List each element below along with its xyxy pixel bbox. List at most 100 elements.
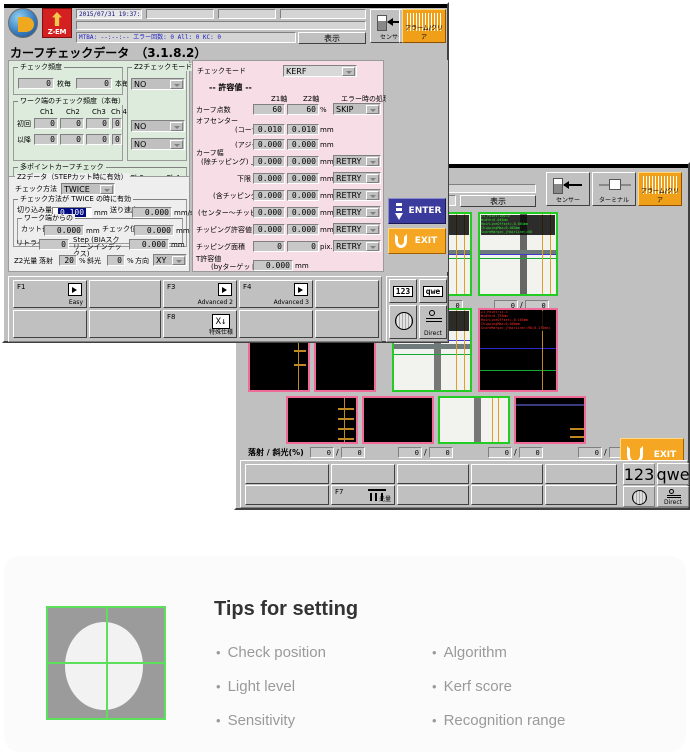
tol-r8-z1[interactable]: 0: [253, 241, 285, 252]
tol-r3-z2[interactable]: 0.000: [287, 156, 319, 167]
image-panel-r2c4[interactable]: Z1_Point:53.3 Width=0.753mm HairLineOffset…: [478, 308, 558, 392]
tol-r3-z1[interactable]: 0.000: [253, 156, 285, 167]
front-direct-button[interactable]: Direct: [419, 305, 447, 339]
chevron-down-icon-z2-1[interactable]: [170, 80, 183, 89]
back-fkey-6[interactable]: [397, 485, 469, 505]
score-right-b3[interactable]: 0: [518, 447, 543, 458]
check-pos-input[interactable]: 0.000: [134, 225, 174, 236]
tol-r6-z2[interactable]: 0.000: [287, 207, 319, 218]
front-dpad-button[interactable]: [389, 305, 417, 339]
chevron-down-icon-tol-0[interactable]: [366, 105, 379, 114]
alarm-clear-button[interactable]: アラーム/クリア: [638, 172, 682, 206]
front-exit-button[interactable]: EXIT: [388, 228, 446, 254]
score-left-b3[interactable]: 0: [488, 447, 512, 458]
back-fkey-3[interactable]: [331, 464, 395, 484]
score-right-b1[interactable]: 0: [340, 447, 365, 458]
tol-r5-z2[interactable]: 0.000: [287, 190, 319, 201]
tol-r7-z2[interactable]: 0.000: [287, 224, 319, 235]
front-fkey-8[interactable]: [239, 310, 313, 338]
chevron-down-icon-tol-7[interactable]: [366, 225, 379, 234]
tol-r1-z1[interactable]: 0.010: [253, 124, 285, 135]
back-fkey-f7[interactable]: F7 光量: [331, 485, 395, 505]
step-input[interactable]: 0.000: [129, 239, 169, 250]
front-fkey-10[interactable]: [315, 310, 379, 338]
image-panel-r3c3[interactable]: [438, 396, 510, 444]
tol-r1-z2[interactable]: 0.010: [287, 124, 319, 135]
retry-input[interactable]: 0: [39, 239, 69, 250]
score-left-b1[interactable]: 0: [310, 447, 334, 458]
back-fkey-1[interactable]: [245, 464, 329, 484]
image-panel-r3c4[interactable]: [514, 396, 586, 444]
back-fkey-2[interactable]: [245, 485, 329, 505]
check-freq-sheets-input[interactable]: 0: [18, 78, 54, 89]
back-fkey-10[interactable]: [545, 485, 617, 505]
work-end-r2c1[interactable]: 0: [34, 134, 58, 145]
tol-r2-z2[interactable]: 0.000: [287, 139, 319, 150]
tol-r0-z1[interactable]: 60: [253, 104, 285, 115]
tol-r9-z1[interactable]: 0.000: [253, 260, 293, 271]
tol-r4-z1[interactable]: 0.000: [253, 173, 285, 184]
chevron-down-icon-z2-method[interactable]: [100, 185, 113, 194]
enter-button[interactable]: ENTER: [388, 198, 446, 224]
cut-len-input[interactable]: 0.000: [44, 225, 84, 236]
back-dpad-button[interactable]: [623, 486, 655, 507]
image-panel-r3c2[interactable]: [362, 396, 434, 444]
back-fkey-7[interactable]: [471, 464, 543, 484]
score-left-b4[interactable]: 0: [578, 447, 602, 458]
tol-r5-z1[interactable]: 0.000: [253, 190, 285, 201]
work-end-r1c3[interactable]: 0: [86, 118, 110, 129]
back-numeric-keypad-button[interactable]: 123: [623, 463, 655, 485]
tol-r6-z1[interactable]: 0.000: [253, 207, 285, 218]
front-fkey-3[interactable]: [89, 280, 161, 308]
work-end-r2c4[interactable]: 0: [112, 134, 122, 145]
check-mode-value: KERF: [286, 67, 307, 76]
chevron-down-icon-tol-4[interactable]: [366, 174, 379, 183]
chevron-down-icon-tol-3[interactable]: [366, 157, 379, 166]
back-fkey-9[interactable]: [545, 464, 617, 484]
back-fkey-5[interactable]: [397, 464, 469, 484]
feed-input[interactable]: 0.000: [132, 207, 172, 218]
display-button[interactable]: 表示: [460, 195, 536, 207]
tol-r2-z1[interactable]: 0.000: [253, 139, 285, 150]
back-fkey-8[interactable]: [471, 485, 543, 505]
front-fkey-4[interactable]: [89, 310, 161, 338]
work-end-r1c2[interactable]: 0: [60, 118, 84, 129]
front-alarm-clear-button[interactable]: アラーム/クリア: [402, 9, 446, 43]
chevron-down-icon-tol-8[interactable]: [366, 242, 379, 251]
chevron-down-icon-z2-dir[interactable]: [172, 256, 185, 265]
front-numeric-keypad-button[interactable]: 123: [389, 279, 417, 303]
z2-epi-input[interactable]: 20: [59, 255, 77, 266]
tol-r4-z2[interactable]: 0.000: [287, 173, 319, 184]
tol-r7-z1[interactable]: 0.000: [253, 224, 285, 235]
chevron-down-icon-z2-2[interactable]: [170, 122, 183, 131]
work-end-r1c4[interactable]: 0: [112, 118, 122, 129]
terminal-button[interactable]: ターミナル: [592, 172, 636, 206]
front-alpha-keypad-button[interactable]: qwe: [419, 279, 447, 303]
front-fkey-f4[interactable]: F4 Advanced 3: [239, 280, 313, 308]
score-left-b2[interactable]: 0: [398, 447, 422, 458]
front-fkey-2[interactable]: [13, 310, 87, 338]
front-fkey-9[interactable]: [315, 280, 379, 308]
front-display-button[interactable]: 表示: [298, 32, 366, 44]
sensor-button[interactable]: センサー: [546, 172, 590, 206]
front-fkey-f3[interactable]: F3 Advanced 2: [163, 280, 237, 308]
work-end-r2c3[interactable]: 0: [86, 134, 110, 145]
tol-r0-z2[interactable]: 60: [287, 104, 319, 115]
z2-obl-input[interactable]: 0: [107, 255, 125, 266]
image-panel-r3c1[interactable]: [286, 396, 358, 444]
back-alpha-keypad-button[interactable]: qwe: [656, 463, 690, 485]
work-end-r1c1[interactable]: 0: [34, 118, 58, 129]
back-direct-button[interactable]: Direct: [657, 486, 689, 507]
work-end-r2c2[interactable]: 0: [60, 134, 84, 145]
check-freq-lines-input[interactable]: 0: [76, 78, 112, 89]
front-fkey-f1[interactable]: F1 Easy: [13, 280, 87, 308]
chevron-down-icon-tol-6[interactable]: [366, 208, 379, 217]
chevron-down-icon-tol-5[interactable]: [366, 191, 379, 200]
score-right-b2[interactable]: 0: [428, 447, 453, 458]
chevron-down-icon-z2-3[interactable]: [170, 140, 183, 149]
tol-r6-err: RETRY: [336, 208, 362, 217]
tol-r8-z2[interactable]: 0: [287, 241, 319, 252]
chevron-down-icon-check-mode[interactable]: [342, 67, 355, 76]
front-fkey-f8[interactable]: F8 X↓ 特殊仕様: [163, 310, 237, 338]
image-panel-r1c4[interactable]: Z1_Point:100.0 Width=0.045mm HairLineOffse…: [478, 212, 558, 296]
